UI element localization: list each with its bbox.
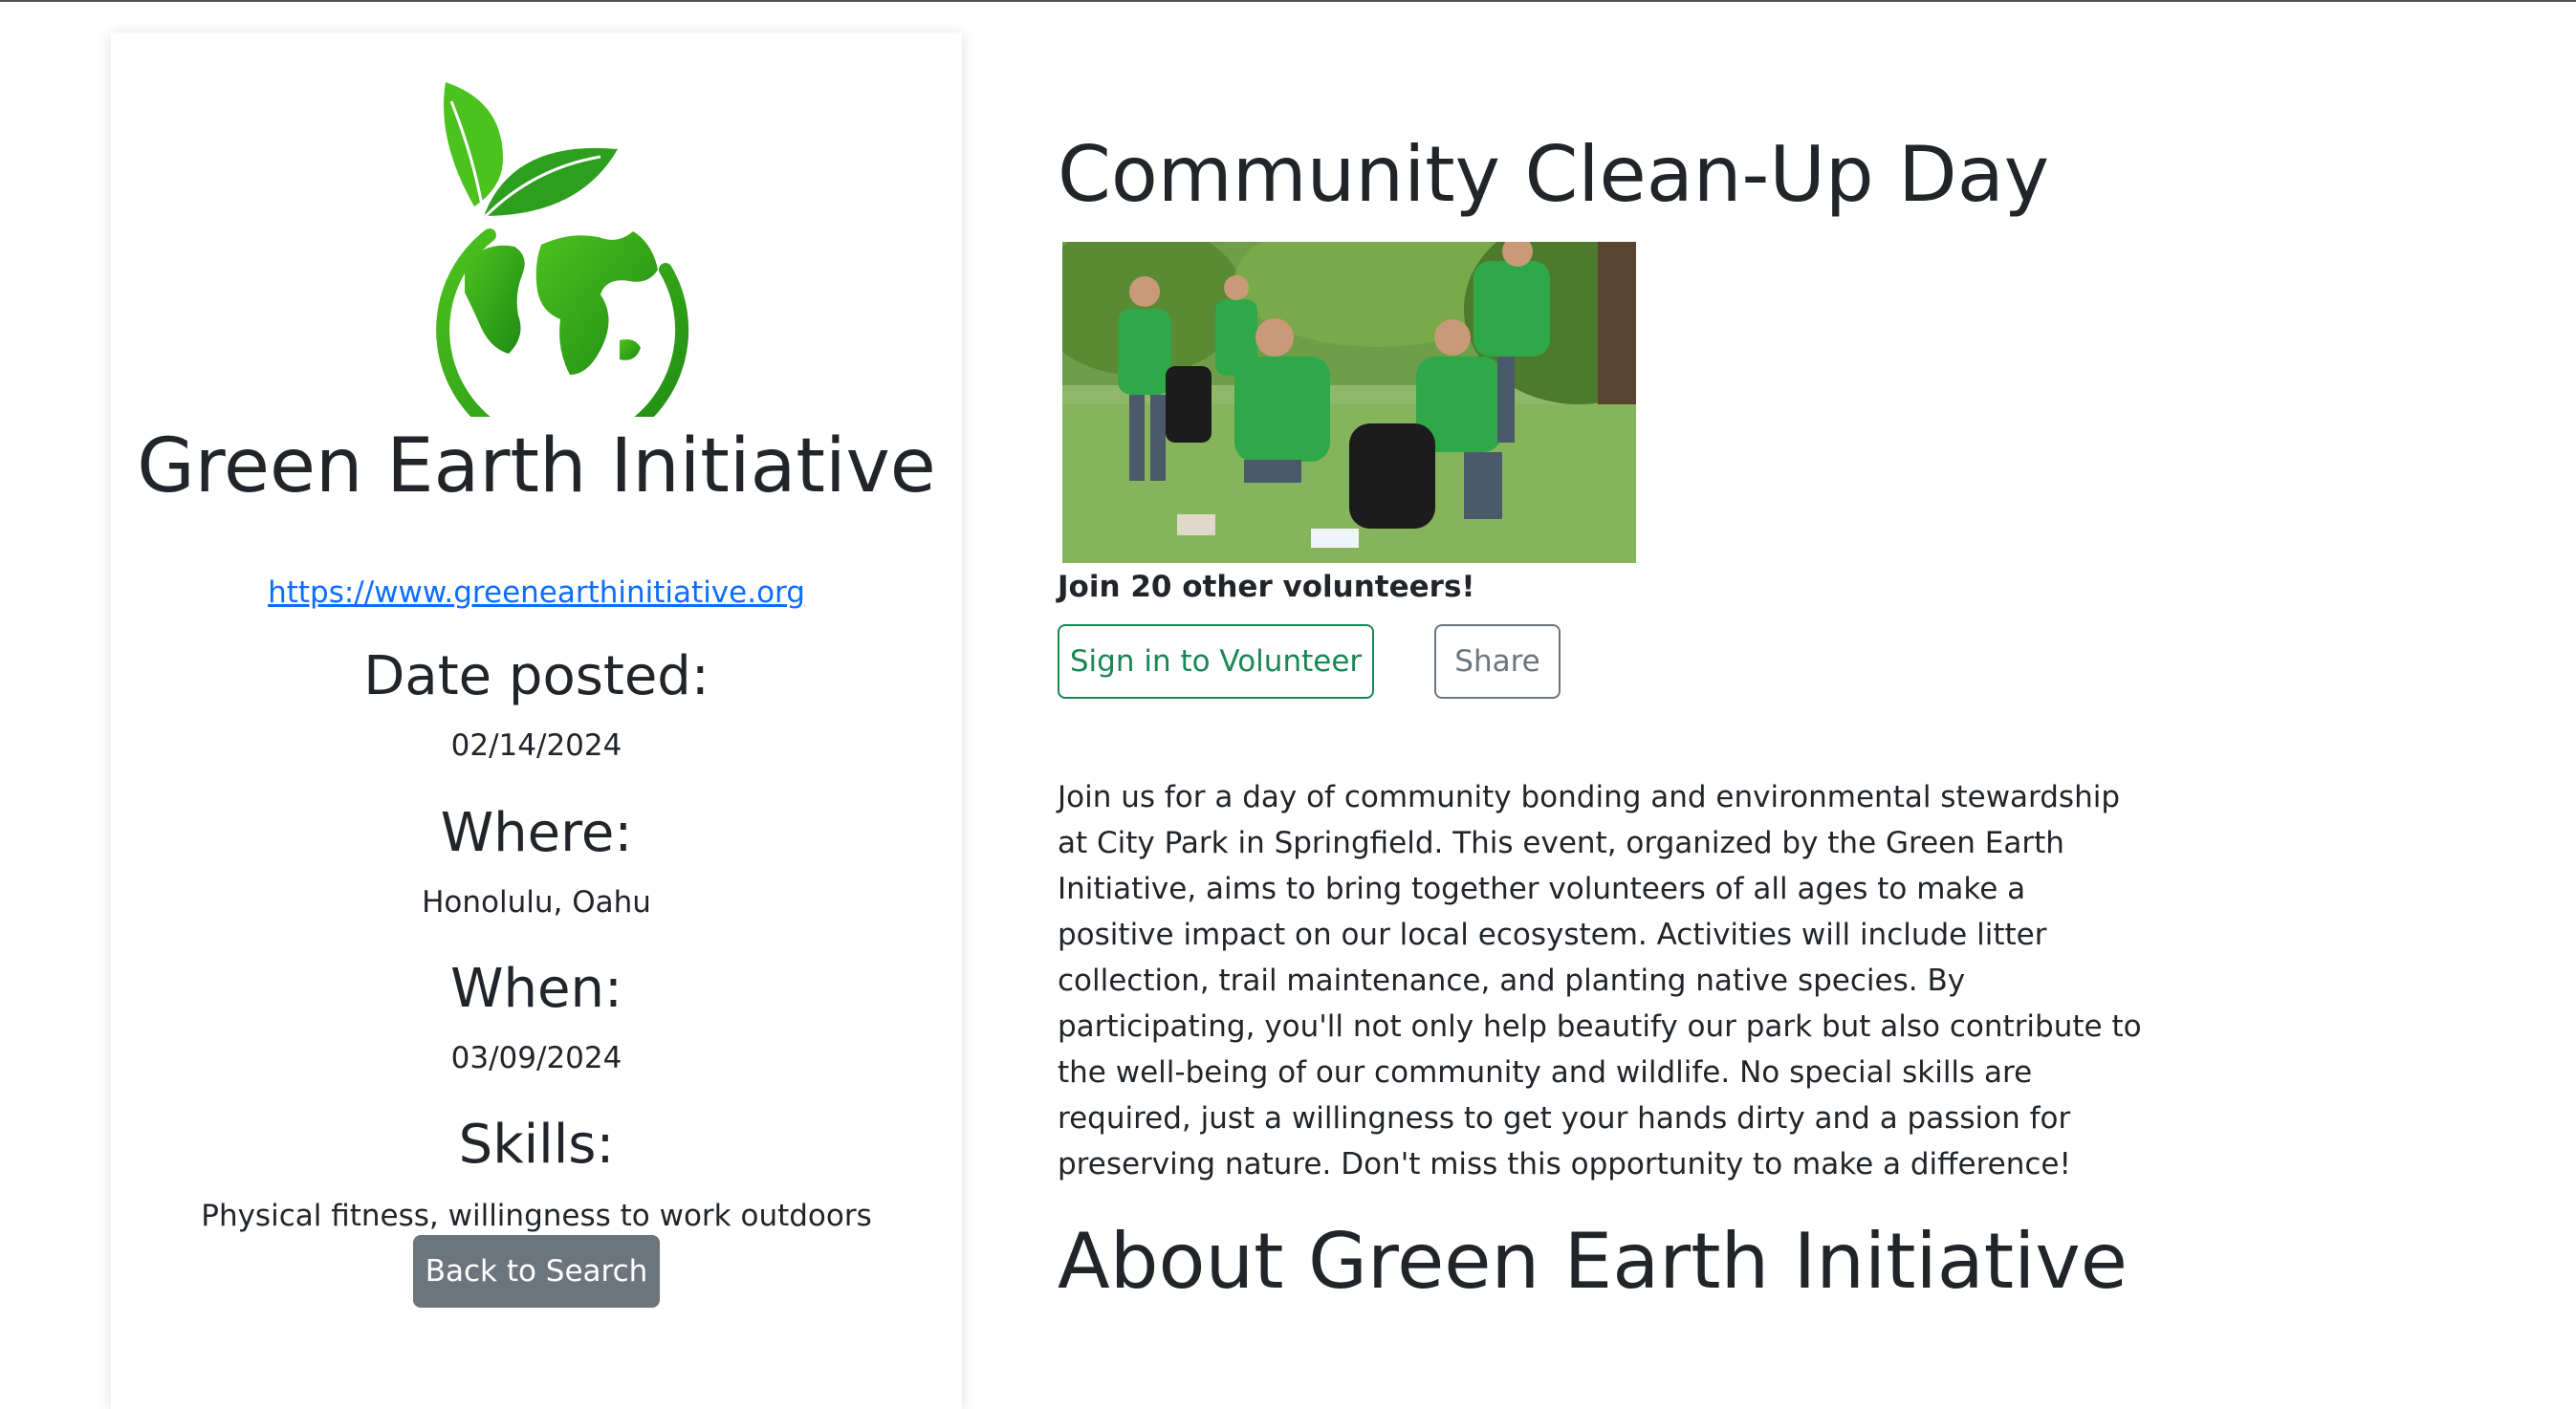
date-posted-label: Date posted: [363, 645, 709, 707]
organization-name: Green Earth Initiative [137, 423, 936, 509]
organization-card: Green Earth Initiative https://www.green… [111, 33, 962, 1409]
sign-in-to-volunteer-button[interactable]: Sign in to Volunteer [1058, 624, 1374, 699]
leaf-globe-logo-icon [436, 82, 689, 417]
when-label: When: [450, 958, 622, 1020]
when-value: 03/09/2024 [450, 1041, 622, 1075]
share-button[interactable]: Share [1434, 624, 1561, 699]
volunteer-count-text: Join 20 other volunteers! [1058, 570, 1475, 604]
date-posted-value: 02/14/2024 [450, 728, 622, 763]
skills-label: Skills: [458, 1114, 615, 1176]
where-value: Honolulu, Oahu [422, 885, 651, 920]
organization-website-link[interactable]: https://www.greenearthinitiative.org [111, 575, 962, 610]
back-to-search-button[interactable]: Back to Search [413, 1235, 660, 1308]
event-photo [1062, 242, 1636, 563]
top-border [0, 0, 2576, 2]
event-description: Join us for a day of community bonding a… [1058, 780, 2142, 1181]
skills-value: Physical fitness, willingness to work ou… [201, 1199, 872, 1233]
about-organization-heading: About Green Earth Initiative [1058, 1217, 2128, 1306]
event-title: Community Clean-Up Day [1058, 130, 2050, 219]
where-label: Where: [440, 802, 633, 864]
